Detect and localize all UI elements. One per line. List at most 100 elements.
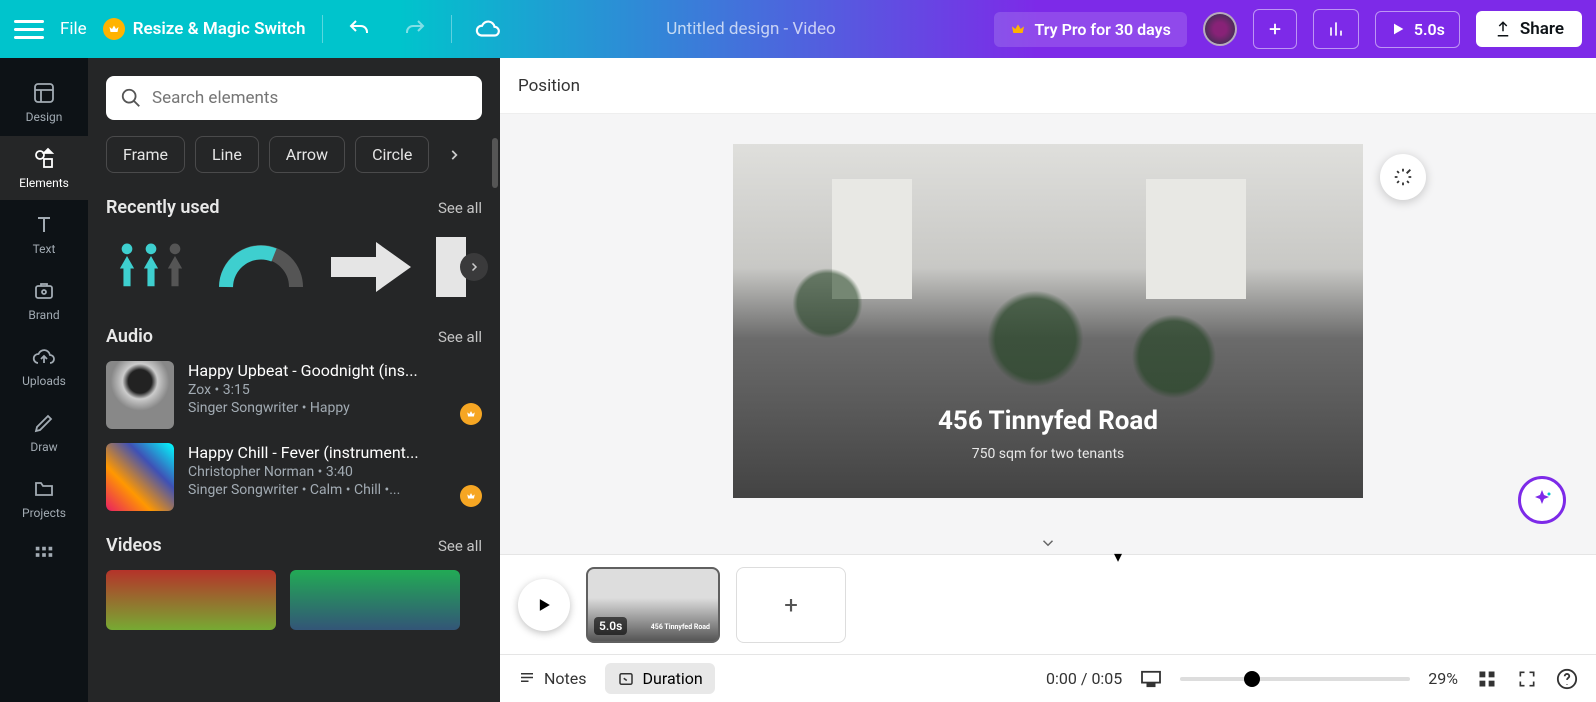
zoom-slider-handle[interactable] xyxy=(1244,671,1260,687)
chip-arrow[interactable]: Arrow xyxy=(269,136,345,173)
present-button[interactable]: 5.0s xyxy=(1375,11,1460,48)
add-collaborator-button[interactable] xyxy=(1253,9,1297,49)
design-title-input[interactable]: Untitled design - Video xyxy=(524,19,979,39)
timeline-page-thumbnail[interactable]: 5.0s 456 Tinnyfed Road xyxy=(586,567,720,643)
cloud-upload-icon xyxy=(31,344,57,370)
see-all-recent[interactable]: See all xyxy=(438,199,482,217)
position-button[interactable]: Position xyxy=(518,76,580,96)
upload-icon xyxy=(1494,20,1512,38)
section-videos-title: Videos xyxy=(106,535,162,556)
chip-frame[interactable]: Frame xyxy=(106,136,185,173)
audio-tags: Singer Songwriter • Calm • Chill •... xyxy=(188,482,482,498)
bottom-bar: Notes Duration 0:00 / 0:05 29% xyxy=(500,654,1596,702)
canvas-subheading-text[interactable]: 750 sqm for two tenants xyxy=(733,446,1363,462)
playhplaceアsaved-marker[interactable]: ▾ xyxy=(1114,547,1122,566)
audio-item[interactable]: Happy Upbeat - Goodnight (ins... Zox • 3… xyxy=(106,361,482,429)
section-audio-title: Audio xyxy=(106,326,153,347)
premium-badge-icon xyxy=(460,485,482,507)
notes-icon xyxy=(518,670,536,688)
elements-panel: Frame Line Arrow Circle Recently used Se… xyxy=(88,58,500,702)
element-arc-chart[interactable] xyxy=(216,242,306,292)
grid-icon xyxy=(31,542,57,568)
video-thumbnail[interactable] xyxy=(106,570,276,630)
frame-caption: 456 Tinnyfed Road xyxy=(651,623,710,631)
audio-item[interactable]: Happy Chill - Fever (instrument... Chris… xyxy=(106,443,482,511)
rail-uploads[interactable]: Uploads xyxy=(0,334,88,398)
element-arrow-right[interactable] xyxy=(326,232,416,302)
rail-draw[interactable]: Draw xyxy=(0,400,88,464)
undo-button[interactable] xyxy=(339,9,379,49)
user-avatar[interactable] xyxy=(1203,12,1237,46)
pencil-icon xyxy=(31,410,57,436)
canvas-heading-text[interactable]: 456 Tinnyfed Road xyxy=(733,406,1363,436)
audio-meta: Zox • 3:15 xyxy=(188,382,482,398)
separator xyxy=(322,15,323,43)
ai-assistant-button[interactable] xyxy=(1518,476,1566,524)
zoom-percentage[interactable]: 29% xyxy=(1428,669,1458,688)
playback-time: 0:00 / 0:05 xyxy=(1046,669,1122,688)
rail-brand[interactable]: Brand xyxy=(0,268,88,332)
grid-view-button[interactable] xyxy=(1476,668,1498,690)
timeline: ▾ 5.0s 456 Tinnyfed Road + xyxy=(500,554,1596,654)
see-all-videos[interactable]: See all xyxy=(438,537,482,555)
chip-circle[interactable]: Circle xyxy=(355,136,429,173)
rail-design[interactable]: Design xyxy=(0,70,88,134)
audio-title: Happy Chill - Fever (instrument... xyxy=(188,443,482,462)
rail-projects[interactable]: Projects xyxy=(0,466,88,530)
search-icon xyxy=(120,87,142,109)
fit-view-button[interactable] xyxy=(1140,668,1162,690)
frame-duration-badge: 5.0s xyxy=(594,617,627,635)
audio-title: Happy Upbeat - Goodnight (ins... xyxy=(188,361,482,380)
audio-artwork xyxy=(106,361,174,429)
crown-icon xyxy=(1010,21,1026,37)
redo-button[interactable] xyxy=(395,9,435,49)
notes-button[interactable]: Notes xyxy=(518,669,587,688)
help-button[interactable] xyxy=(1556,668,1578,690)
audio-meta: Christopher Norman • 3:40 xyxy=(188,464,482,480)
premium-badge-icon xyxy=(460,403,482,425)
top-bar: File Resize & Magic Switch Untitled desi… xyxy=(0,0,1596,58)
search-input[interactable] xyxy=(152,88,468,108)
template-icon xyxy=(31,80,57,106)
try-pro-button[interactable]: Try Pro for 30 days xyxy=(994,12,1186,47)
element-people-icon[interactable] xyxy=(106,232,196,302)
play-button[interactable] xyxy=(518,579,570,631)
brand-icon xyxy=(31,278,57,304)
play-icon xyxy=(1390,21,1406,37)
crown-icon xyxy=(103,18,125,40)
zoom-slider[interactable] xyxy=(1180,677,1410,681)
video-thumbnail[interactable] xyxy=(290,570,460,630)
chips-scroll-right[interactable] xyxy=(439,137,469,173)
text-icon xyxy=(31,212,57,238)
menu-button[interactable] xyxy=(14,14,44,44)
design-canvas[interactable]: 456 Tinnyfed Road 750 sqm for two tenant… xyxy=(733,144,1363,498)
timeline-collapse-toggle[interactable] xyxy=(1039,534,1057,556)
cloud-sync-icon[interactable] xyxy=(468,9,508,49)
share-button[interactable]: Share xyxy=(1476,11,1582,47)
editor-stage[interactable]: 456 Tinnyfed Road 750 sqm for two tenant… xyxy=(500,114,1596,554)
file-menu[interactable]: File xyxy=(60,19,87,39)
analytics-button[interactable] xyxy=(1313,9,1359,49)
search-box[interactable] xyxy=(106,76,482,120)
see-all-audio[interactable]: See all xyxy=(438,328,482,346)
rail-elements[interactable]: Elements xyxy=(0,136,88,200)
audio-artwork xyxy=(106,443,174,511)
separator xyxy=(451,15,452,43)
chip-line[interactable]: Line xyxy=(195,136,259,173)
magic-recommend-button[interactable] xyxy=(1380,154,1426,200)
section-recently-used-title: Recently used xyxy=(106,197,220,218)
context-toolbar: Position xyxy=(500,58,1596,114)
canvas-area: Position 456 Tinnyfed Road 750 sqm for t… xyxy=(500,58,1596,702)
left-rail: Design Elements Text Brand Uploads Draw … xyxy=(0,58,88,702)
fullscreen-button[interactable] xyxy=(1516,668,1538,690)
recent-thumbnails xyxy=(106,232,482,302)
rail-apps[interactable] xyxy=(0,532,88,568)
duration-button[interactable]: Duration xyxy=(605,663,715,694)
audio-tags: Singer Songwriter • Happy xyxy=(188,400,482,416)
clock-icon xyxy=(617,670,635,688)
rail-text[interactable]: Text xyxy=(0,202,88,266)
resize-magic-switch-button[interactable]: Resize & Magic Switch xyxy=(103,18,306,40)
add-page-button[interactable]: + xyxy=(736,567,846,643)
recent-scroll-right[interactable] xyxy=(460,253,488,281)
panel-scrollbar[interactable] xyxy=(492,138,498,188)
